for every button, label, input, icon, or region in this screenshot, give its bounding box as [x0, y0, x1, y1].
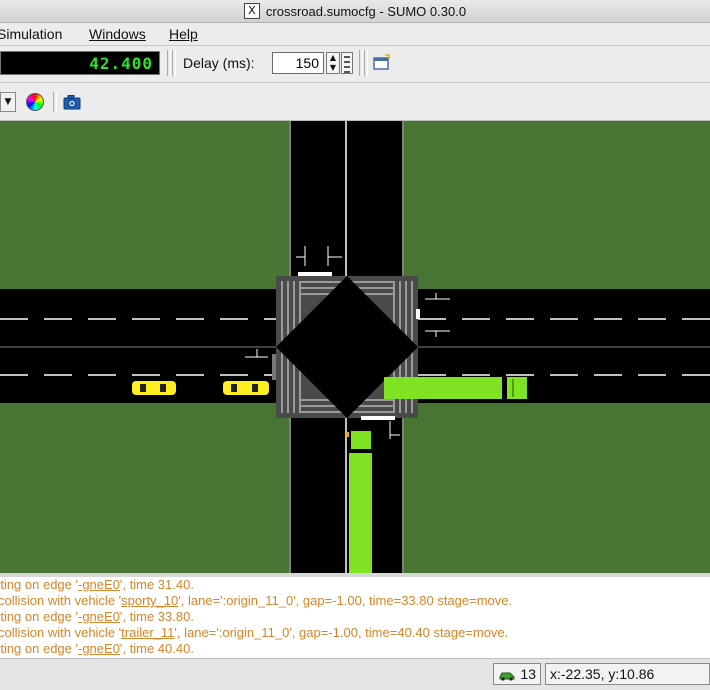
delay-slider[interactable] — [341, 52, 353, 74]
vehicle-link[interactable]: trailer_11 — [121, 625, 174, 640]
vehicle-link[interactable]: sporty_10 — [121, 593, 178, 608]
spinner-up-icon[interactable]: ▲ — [327, 53, 339, 63]
color-wheel-icon[interactable] — [26, 93, 44, 111]
log-line: rting on edge '-gneE0', time 40.40. — [0, 641, 194, 656]
menu-simulation[interactable]: Simulation — [0, 26, 62, 42]
spinner-down-icon[interactable]: ▼ — [327, 63, 339, 73]
simulation-time-display: 42.400 — [0, 51, 160, 75]
menu-help[interactable]: Help — [169, 26, 198, 42]
x-window-icon: X — [243, 3, 260, 19]
edge-link[interactable]: -gneE0 — [78, 577, 120, 592]
menu-windows[interactable]: Windows — [89, 26, 146, 42]
open-editor-icon[interactable] — [372, 54, 392, 72]
cursor-coordinates: x:-22.35, y:10.86 — [545, 663, 710, 685]
network-canvas[interactable] — [0, 121, 710, 573]
log-line: collision with vehicle 'trailer_11', lan… — [0, 625, 509, 640]
log-line: rting on edge '-gneE0', time 31.40. — [0, 577, 194, 592]
menu-bar: Simulation Windows Help — [0, 23, 710, 46]
toolbar-separator — [167, 50, 171, 76]
camera-icon[interactable] — [63, 94, 81, 110]
vehicle-count-button[interactable]: 13 — [493, 663, 541, 685]
status-bar: 13 x:-22.35, y:10.86 — [0, 658, 710, 690]
simulation-toolbar: 42.400 Delay (ms): ▲ ▼ — [0, 46, 710, 83]
log-line: rting on edge '-gneE0', time 33.80. — [0, 609, 194, 624]
simulation-view[interactable] — [0, 121, 710, 573]
view-toolbar: ▼ — [0, 83, 710, 121]
delay-spinner[interactable]: ▲ ▼ — [326, 52, 340, 74]
toolbar-separator — [364, 50, 368, 76]
window-title: crossroad.sumocfg - SUMO 0.30.0 — [265, 3, 467, 19]
log-line: collision with vehicle 'sporty_10', lane… — [0, 593, 513, 608]
vehicle-car[interactable] — [132, 381, 176, 395]
delay-label: Delay (ms): — [183, 55, 255, 71]
simulation-time-value: 42.400 — [89, 54, 153, 73]
message-log[interactable]: rting on edge '-gneE0', time 31.40. coll… — [0, 573, 710, 658]
edge-link[interactable]: -gneE0 — [78, 641, 120, 656]
vehicle-count-value: 13 — [520, 666, 536, 682]
title-bar: X crossroad.sumocfg - SUMO 0.30.0 — [0, 0, 710, 23]
edge-link[interactable]: -gneE0 — [78, 609, 120, 624]
toolbar-separator — [359, 50, 363, 76]
vehicle-car[interactable] — [223, 381, 269, 395]
car-icon — [499, 672, 515, 681]
toolbar-separator — [172, 50, 176, 76]
delay-input[interactable] — [272, 52, 324, 74]
scheme-dropdown[interactable]: ▼ — [0, 92, 16, 112]
toolbar-separator — [53, 92, 57, 112]
